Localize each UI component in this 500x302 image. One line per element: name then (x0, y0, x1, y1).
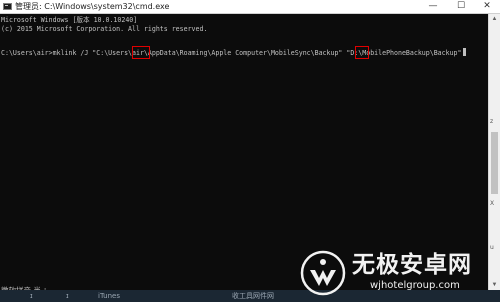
minimize-button[interactable]: — (421, 0, 445, 13)
highlight-drive-letter (355, 46, 369, 59)
console-output[interactable]: Microsoft Windows [版本 10.0.10240] (c) 20… (0, 14, 488, 295)
vertical-scrollbar[interactable]: ▲ z X u ▼ (488, 14, 500, 290)
cmd-window: 管理员: C:\Windows\system32\cmd.exe — ☐ ✕ M… (0, 0, 500, 302)
scroll-up-arrow-icon[interactable]: ▲ (489, 14, 500, 24)
scroll-down-arrow-icon[interactable]: ▼ (489, 280, 500, 290)
banner-copyright: (c) 2015 Microsoft Corporation. All righ… (1, 25, 208, 33)
side-label: z (490, 118, 494, 125)
command-text: C:\Users\air>mklink /J "C:\Users\air\App… (1, 49, 462, 57)
scroll-thumb[interactable] (491, 132, 498, 194)
window-title: 管理员: C:\Windows\system32\cmd.exe (15, 2, 170, 11)
title-bar[interactable]: 管理员: C:\Windows\system32\cmd.exe — ☐ ✕ (0, 0, 500, 14)
taskbar-item[interactable]: ɪ (66, 291, 69, 301)
banner-version: Microsoft Windows [版本 10.0.10240] (1, 16, 138, 24)
close-button[interactable]: ✕ (475, 0, 499, 13)
cmd-app-icon (3, 3, 12, 10)
text-cursor (462, 48, 466, 56)
taskbar-item-itunes[interactable]: iTunes (98, 291, 120, 301)
command-line: C:\Users\air>mklink /J "C:\Users\air\App… (1, 48, 466, 58)
watermark-title: 无极安卓网 (352, 252, 472, 278)
watermark-logo-icon (300, 250, 346, 296)
side-label: u (490, 244, 494, 251)
taskbar-item[interactable]: 收工具网件网 (232, 291, 274, 301)
taskbar-item[interactable]: ɪ (30, 291, 33, 301)
highlight-username (132, 46, 150, 59)
side-label: X (490, 200, 495, 207)
maximize-button[interactable]: ☐ (449, 0, 473, 13)
watermark-url: wjhotelgroup.com (370, 280, 460, 291)
